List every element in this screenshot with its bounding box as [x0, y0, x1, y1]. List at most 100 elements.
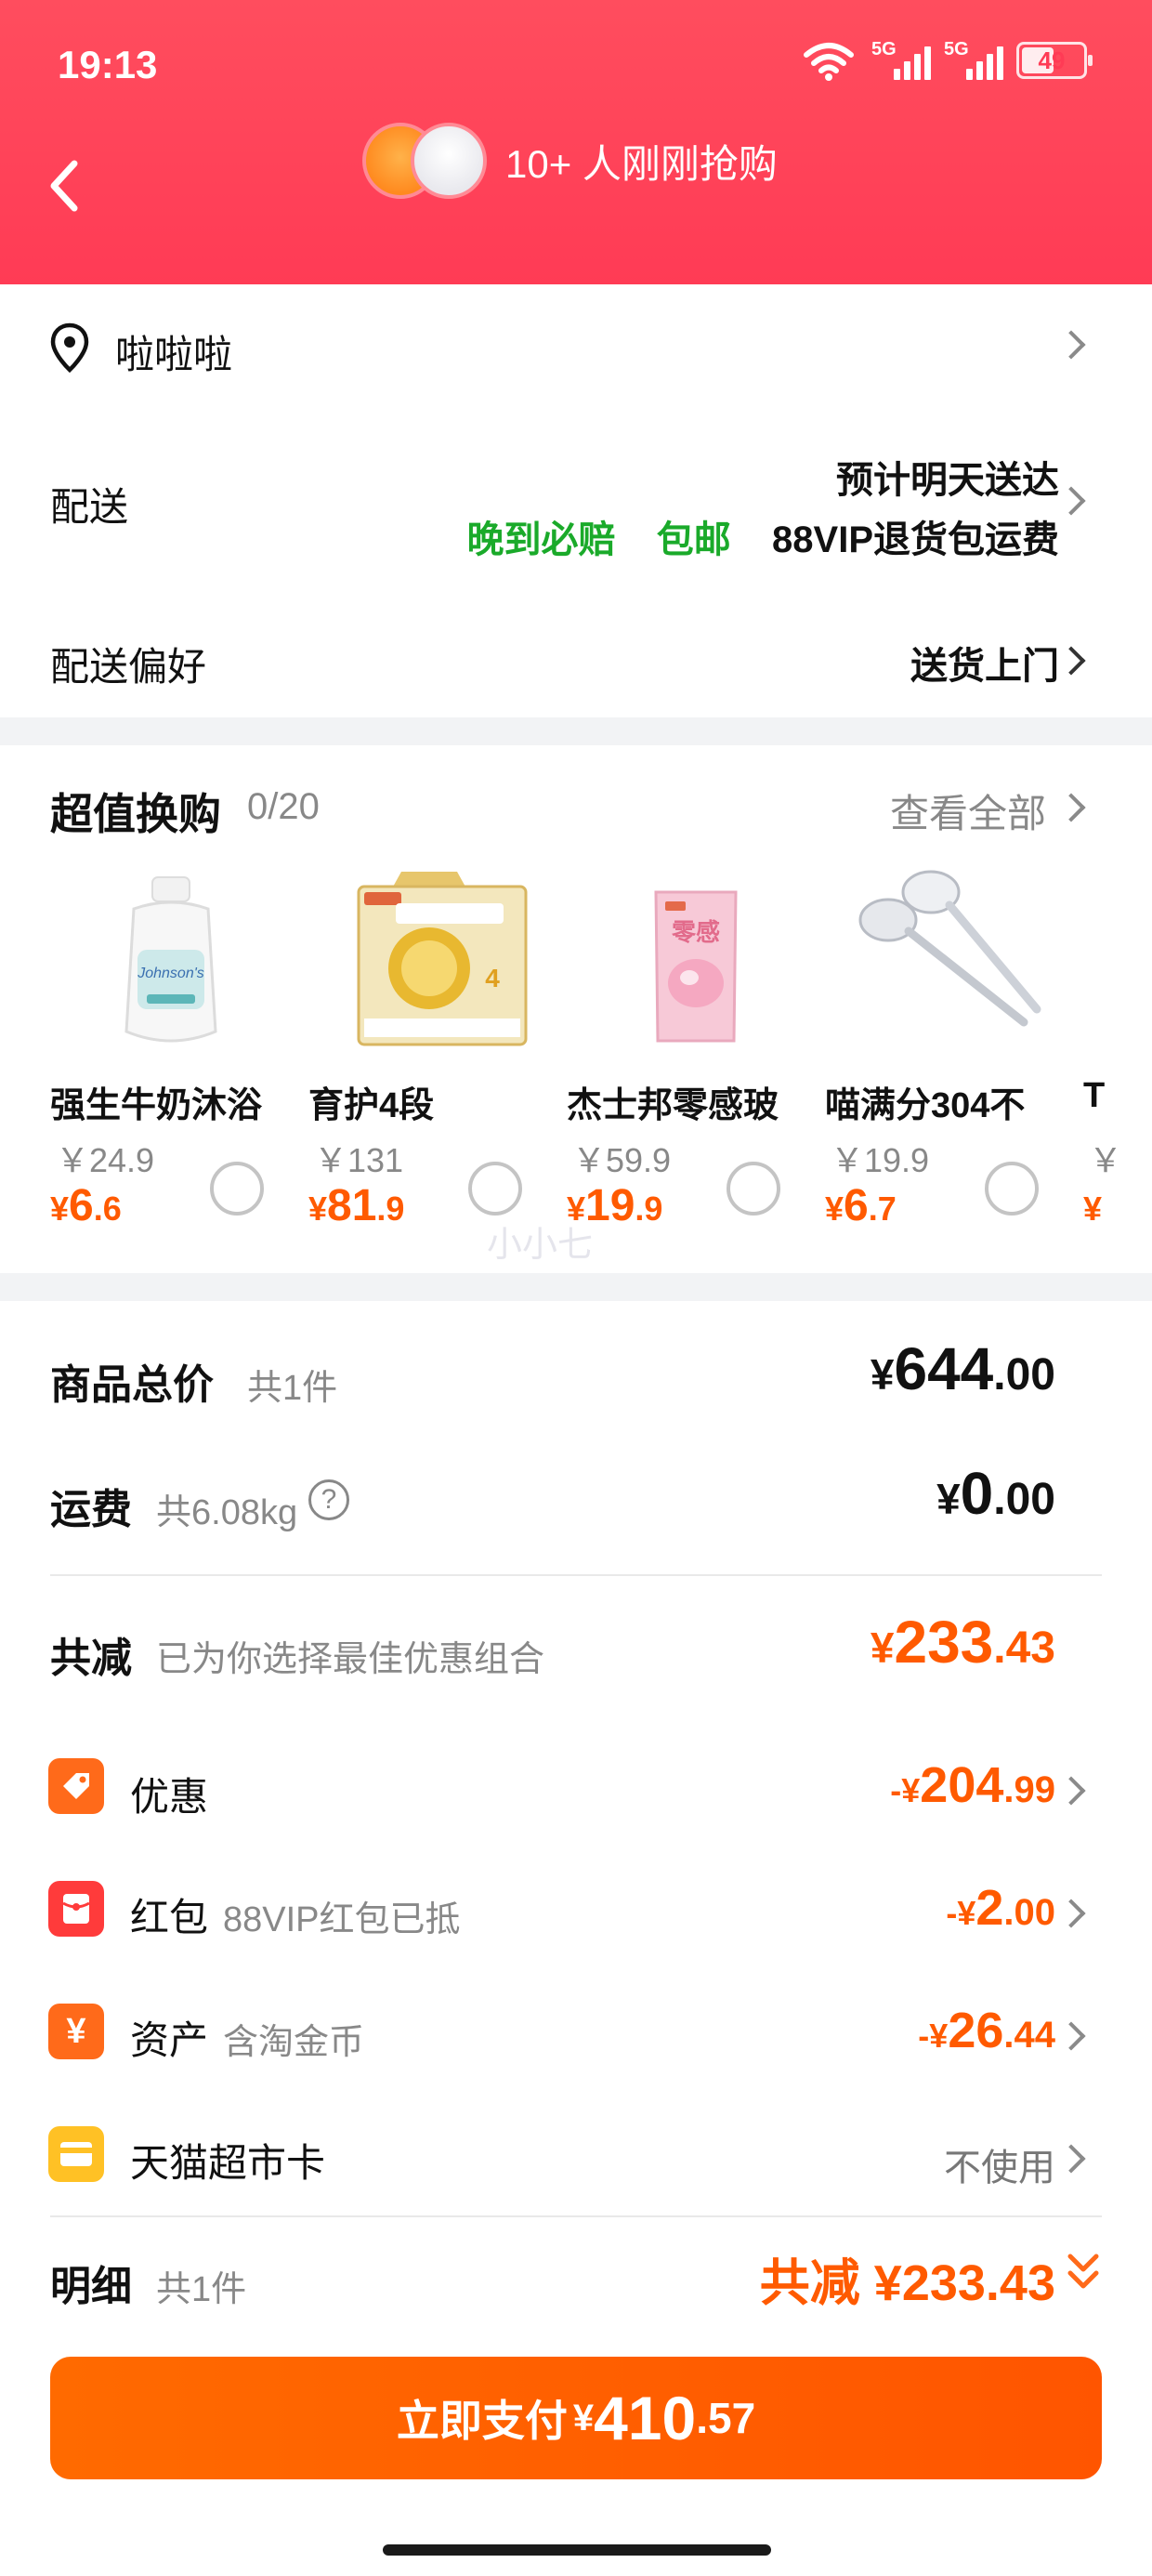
- tag-icon: [48, 1758, 104, 1814]
- signal-icon-1: 5G: [871, 39, 931, 82]
- product-original-price: ￥131: [314, 1141, 404, 1179]
- divider: [50, 1574, 1102, 1576]
- watermark-text: 小小七: [487, 1226, 594, 1265]
- goods-count: 共1件: [247, 1369, 338, 1408]
- delivery-row[interactable]: 配送 预计明天送达 晚到必赔 包邮 88VIP退货包运费: [0, 405, 1152, 600]
- top-header: 19:13 5G 5G 49 10+ 人刚刚抢购: [0, 0, 1152, 284]
- red-packet-row[interactable]: 红包 88VIP红包已抵 -¥2.00: [0, 1849, 1152, 1972]
- shipping-amount: ¥0.00: [936, 1460, 1055, 1527]
- status-time: 19:13: [58, 43, 158, 86]
- battery-icon: 49: [1016, 42, 1093, 79]
- total-savings-note: 已为你选择最佳优惠组合: [156, 1640, 545, 1679]
- pay-amount-dec: .57: [696, 2394, 756, 2442]
- late-compensation-badge: 晚到必赔: [466, 519, 616, 560]
- product-price: ¥: [1083, 1189, 1103, 1228]
- address-text: 啦啦啦: [115, 333, 233, 376]
- address-row[interactable]: 啦啦啦: [0, 284, 1152, 405]
- delivery-tags: 晚到必赔 包邮 88VIP退货包运费: [467, 509, 1059, 563]
- pay-now-button[interactable]: 立即支付 ¥ 410 .57: [50, 2357, 1102, 2479]
- delivery-label: 配送: [50, 485, 129, 529]
- vip-return-badge: 88VIP退货包运费: [772, 519, 1059, 560]
- product-original-price: ￥24.9: [56, 1141, 155, 1179]
- product-image: [858, 870, 1041, 1027]
- svg-text:零感: 零感: [672, 918, 720, 946]
- shipping-label: 运费: [50, 1487, 132, 1532]
- product-image: 4: [357, 872, 528, 1046]
- svg-text:Johnson's: Johnson's: [137, 966, 204, 981]
- home-indicator[interactable]: [383, 2544, 771, 2556]
- chevron-left-icon: [50, 160, 78, 212]
- preference-label: 配送偏好: [50, 645, 207, 689]
- goods-total-label: 商品总价: [50, 1362, 214, 1408]
- product-name: 强生牛奶沐浴: [50, 1086, 263, 1125]
- product-name: 育护4段: [308, 1086, 435, 1125]
- recent-buyers: 10+ 人刚刚抢购: [362, 123, 778, 199]
- red-packet-icon: [48, 1881, 104, 1937]
- chevron-right-icon: [1056, 486, 1086, 516]
- product-select-radio[interactable]: [468, 1162, 522, 1216]
- svg-text:4: 4: [485, 964, 500, 992]
- pay-amount-int: 410: [594, 2384, 697, 2452]
- product-card[interactable]: T ￥ ¥: [1083, 864, 1152, 1236]
- assets-note: 含淘金币: [223, 2023, 365, 2062]
- back-button[interactable]: [37, 149, 93, 223]
- product-original-price: ￥59.9: [572, 1141, 672, 1179]
- chevron-right-icon: [1056, 1899, 1086, 1928]
- chevron-right-icon: [1056, 330, 1086, 360]
- product-name: 喵满分304不: [825, 1086, 1026, 1125]
- chevron-right-icon: [1056, 646, 1086, 676]
- signal-icon-2: 5G: [944, 39, 1003, 82]
- yen-coin-icon: ¥: [48, 2004, 104, 2059]
- total-savings-amount: ¥233.43: [870, 1609, 1055, 1676]
- free-shipping-badge: 包邮: [656, 519, 731, 560]
- discount-label: 优惠: [130, 1775, 209, 1819]
- double-chevron-down-icon[interactable]: [1063, 2249, 1104, 2295]
- tmall-card-value: 不使用: [944, 2148, 1055, 2188]
- swap-products: Johnson's 强生牛奶沐浴 ￥24.9 ¥6.6 4 育护4段 ￥131 …: [0, 864, 1152, 1236]
- status-icons: 5G 5G 49: [803, 39, 1093, 82]
- product-price: ¥6.7: [825, 1181, 897, 1230]
- product-price: ¥81.9: [308, 1181, 405, 1230]
- product-image: Johnson's: [124, 876, 217, 1043]
- product-card[interactable]: 4 育护4段 ￥131 ¥81.9: [308, 864, 559, 1236]
- detail-label: 明细: [50, 2264, 132, 2309]
- detail-savings-amount[interactable]: 共减 ¥233.43: [760, 2241, 1055, 2315]
- discount-amount: -¥204.99: [890, 1757, 1055, 1813]
- product-select-radio[interactable]: [727, 1162, 780, 1216]
- product-name: 杰士邦零感玻: [567, 1086, 779, 1125]
- product-card[interactable]: 零感 杰士邦零感玻 ￥59.9 ¥19.9: [567, 864, 818, 1236]
- view-all-link[interactable]: 查看全部: [890, 782, 1046, 839]
- shipping-weight: 共6.08kg: [156, 1493, 298, 1532]
- product-name: T: [1083, 1076, 1106, 1115]
- product-select-radio[interactable]: [210, 1162, 264, 1216]
- pay-currency: ¥: [572, 2397, 595, 2438]
- chevron-right-icon: [1056, 1776, 1086, 1806]
- red-packet-amount: -¥2.00: [946, 1880, 1055, 1936]
- assets-label: 资产: [130, 2018, 209, 2062]
- discount-row[interactable]: 优惠 -¥204.99: [0, 1728, 1152, 1849]
- chevron-right-icon: [1056, 793, 1086, 822]
- product-original-price: ￥19.9: [831, 1141, 930, 1179]
- pay-now-label: 立即支付: [396, 2397, 568, 2445]
- chevron-right-icon: [1056, 2144, 1086, 2174]
- chevron-right-icon: [1056, 2021, 1086, 2051]
- tmall-card-label: 天猫超市卡: [130, 2141, 326, 2185]
- recent-buyers-text: 10+ 人刚刚抢购: [505, 141, 778, 186]
- location-pin-icon: [50, 322, 89, 374]
- delivery-preference-row[interactable]: 配送偏好 送货上门: [0, 600, 1152, 717]
- detail-count: 共1件: [156, 2270, 247, 2309]
- tmall-card-row[interactable]: 天猫超市卡 不使用: [0, 2095, 1152, 2217]
- product-card[interactable]: 喵满分304不 ￥19.9 ¥6.7: [825, 864, 1076, 1236]
- section-divider: [0, 1273, 1152, 1301]
- swap-count: 0/20: [247, 786, 320, 827]
- section-divider: [0, 717, 1152, 745]
- swap-title: 超值换购: [50, 790, 221, 838]
- card-icon: [48, 2126, 104, 2182]
- avatar: [411, 123, 487, 199]
- product-card[interactable]: Johnson's 强生牛奶沐浴 ￥24.9 ¥6.6: [50, 864, 301, 1236]
- help-icon[interactable]: ?: [308, 1479, 349, 1520]
- product-select-radio[interactable]: [985, 1162, 1039, 1216]
- goods-total-amount: ¥644.00: [870, 1335, 1055, 1402]
- red-packet-note: 88VIP红包已抵: [223, 1900, 461, 1939]
- assets-row[interactable]: ¥ 资产 含淘金币 -¥26.44: [0, 1972, 1152, 2095]
